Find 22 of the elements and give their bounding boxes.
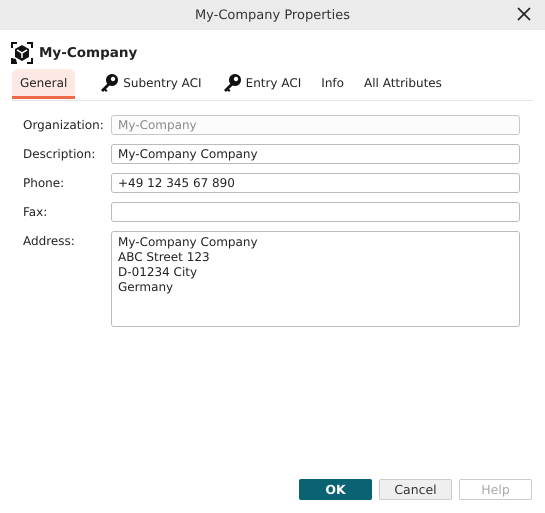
- tab[interactable]: All Attributes: [356, 69, 450, 99]
- tab[interactable]: Entry ACI: [214, 69, 310, 99]
- tab[interactable]: Subentry ACI: [91, 69, 210, 99]
- tab[interactable]: Info: [313, 69, 352, 99]
- field-label: Address:: [23, 233, 76, 250]
- input-field[interactable]: [111, 202, 520, 222]
- tab[interactable]: General: [12, 69, 76, 99]
- field-label: Phone:: [23, 175, 66, 192]
- entry-title: My-Company: [39, 45, 138, 61]
- dialog-button[interactable]: Cancel: [379, 479, 452, 500]
- close-button[interactable]: [517, 7, 531, 21]
- field-label: Fax:: [23, 204, 48, 221]
- field-label: Organization:: [23, 117, 105, 134]
- text-area[interactable]: My-Company Company ABC Street 123 D-01234 City Germany: [111, 231, 520, 327]
- key-icon: [99, 72, 120, 92]
- field-label: Description:: [23, 146, 96, 163]
- ok-button[interactable]: OK: [299, 479, 372, 500]
- input-field[interactable]: +49 12 345 67 890: [111, 173, 520, 193]
- key-icon: [222, 72, 242, 92]
- cube-icon: [11, 42, 33, 64]
- input-field[interactable]: My-Company Company: [111, 144, 520, 164]
- window-title: My-Company Properties: [194, 8, 350, 22]
